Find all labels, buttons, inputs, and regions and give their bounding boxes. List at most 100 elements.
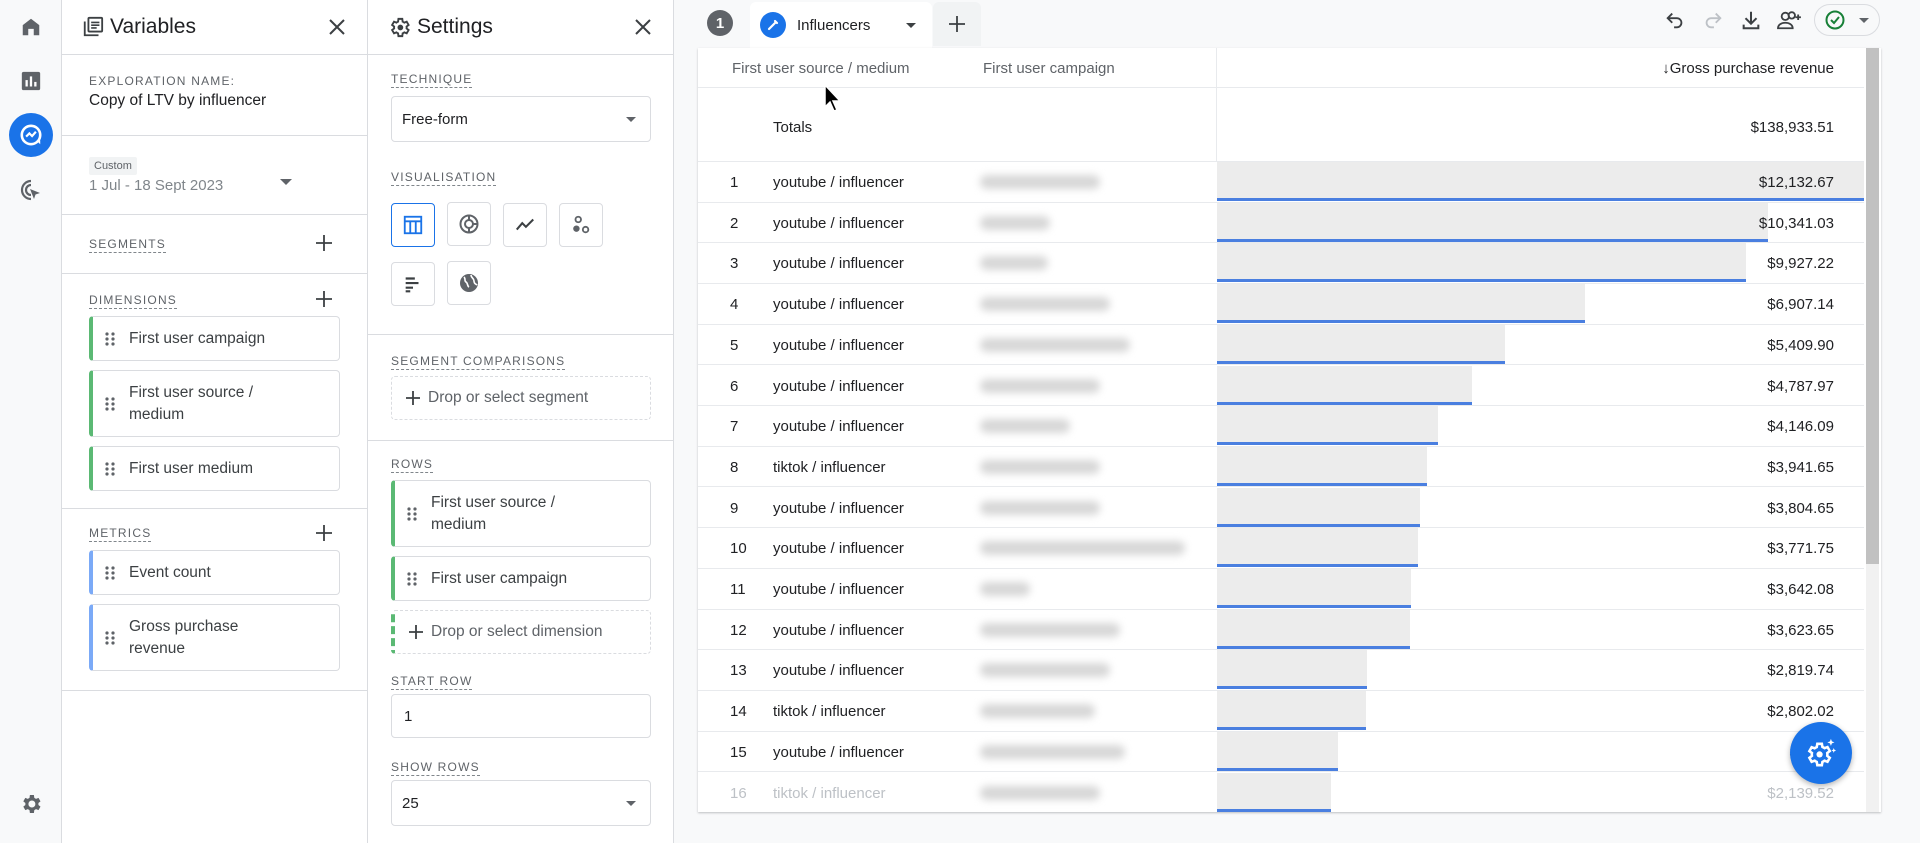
dimensions-section: DIMENSIONS First user campaign First use… xyxy=(62,274,367,509)
add-dimension-icon[interactable] xyxy=(315,290,333,308)
viz-bar-button[interactable] xyxy=(391,262,435,306)
close-icon xyxy=(329,19,345,35)
table-row[interactable]: 14 tiktok / influencer $2,802.02 xyxy=(698,691,1864,732)
table-row[interactable]: 9 youtube / influencer $3,804.65 xyxy=(698,487,1864,529)
dimension-chip[interactable]: First user campaign xyxy=(89,316,340,361)
status-menu-button[interactable] xyxy=(1814,4,1880,36)
redo-button[interactable] xyxy=(1694,4,1732,36)
add-metric-icon[interactable] xyxy=(315,524,333,542)
value-bar-line xyxy=(1217,767,1338,771)
table-row[interactable]: 13 youtube / influencer $2,819.74 xyxy=(698,650,1864,691)
value-bar xyxy=(1217,365,1472,404)
show-rows-select[interactable]: 25 xyxy=(391,780,651,826)
row-source-medium: youtube / influencer xyxy=(773,499,904,517)
scrollbar-thumb[interactable] xyxy=(1866,48,1879,564)
row-campaign-redacted xyxy=(980,622,1120,637)
row-index: 2 xyxy=(730,214,739,232)
table-row[interactable]: 2 youtube / influencer $10,341.03 xyxy=(698,202,1864,244)
table-row[interactable]: 15youtube / influencer$2,2… xyxy=(698,731,1864,773)
download-icon xyxy=(1742,11,1760,30)
technique-select[interactable]: Free-form xyxy=(391,96,651,142)
row-campaign-redacted xyxy=(980,215,1050,230)
table-row[interactable]: 1 youtube / influencer $12,132.67 xyxy=(698,162,1864,203)
advertising-button[interactable] xyxy=(9,168,53,212)
metrics-label: METRICS xyxy=(89,526,152,542)
table-row[interactable]: 12 youtube / influencer $3,623.65 xyxy=(698,609,1864,651)
gear-sparkle-icon xyxy=(1807,738,1837,767)
settings-button[interactable] xyxy=(9,782,53,826)
home-button[interactable] xyxy=(9,5,53,49)
table-row[interactable]: 5 youtube / influencer $5,409.90 xyxy=(698,324,1864,366)
gear-icon xyxy=(390,17,410,37)
row-dimension-chip[interactable]: First user campaign xyxy=(391,556,651,601)
viz-scatter-button[interactable] xyxy=(559,203,603,247)
table-row[interactable]: 10 youtube / influencer $3,771.75 xyxy=(698,528,1864,569)
column-header-source-medium[interactable]: First user source / medium xyxy=(732,60,910,77)
tab-influencers[interactable]: Influencers xyxy=(750,2,932,48)
row-index: 14 xyxy=(730,703,747,721)
technique-value: Free-form xyxy=(402,110,468,128)
row-campaign-redacted xyxy=(980,582,1030,596)
metric-chip[interactable]: Gross purchase revenue xyxy=(89,604,340,671)
dimension-chip[interactable]: First user source / medium xyxy=(89,370,340,437)
insights-fab-button[interactable] xyxy=(1790,722,1852,784)
segment-comparisons-label: SEGMENT COMPARISONS xyxy=(391,354,566,370)
column-header-campaign[interactable]: First user campaign xyxy=(983,60,1115,77)
close-settings-button[interactable] xyxy=(631,15,655,39)
metric-chip[interactable]: Event count xyxy=(89,550,340,595)
viz-geo-button[interactable] xyxy=(447,261,491,305)
totals-value: $138,933.51 xyxy=(1750,119,1834,136)
table-row[interactable]: 16 tiktok / influencer $2,139.52 xyxy=(698,772,1864,813)
redo-icon xyxy=(1705,12,1722,29)
row-revenue: $12,132.67 xyxy=(1758,174,1834,191)
undo-button[interactable] xyxy=(1656,4,1694,36)
table-row[interactable]: 8 tiktok / influencer $3,941.65 xyxy=(698,446,1864,488)
row-source-medium: tiktok / influencer xyxy=(773,784,886,802)
row-campaign-redacted xyxy=(980,704,1095,719)
drag-handle-icon xyxy=(105,331,115,346)
row-source-medium: tiktok / influencer xyxy=(773,703,886,721)
share-button[interactable] xyxy=(1770,4,1808,36)
value-bar xyxy=(1217,324,1505,363)
column-header-gross-purchase-revenue[interactable]: ↓Gross purchase revenue xyxy=(1662,60,1834,77)
close-variables-button[interactable] xyxy=(325,15,349,39)
add-tab-button[interactable] xyxy=(933,2,981,46)
dimension-chip[interactable]: First user medium xyxy=(89,446,340,491)
reports-button[interactable] xyxy=(9,59,53,103)
table-row[interactable]: 11 youtube / influencer $3,642.08 xyxy=(698,569,1864,610)
viz-line-button[interactable] xyxy=(503,203,547,247)
tab-menu-caret-icon[interactable] xyxy=(906,22,916,28)
row-index: 6 xyxy=(730,377,739,395)
segments-section: SEGMENTS xyxy=(62,215,367,274)
donut-chart-icon xyxy=(459,214,479,234)
row-source-medium: youtube / influencer xyxy=(773,296,904,314)
drop-dimension-label: Drop or select dimension xyxy=(431,623,603,640)
table-row[interactable]: 6 youtube / influencer $4,787.97 xyxy=(698,365,1864,406)
date-range-picker[interactable]: Custom 1 Jul - 18 Sept 2023 xyxy=(62,136,367,215)
table-row[interactable]: 7 youtube / influencer $4,146.09 xyxy=(698,406,1864,447)
row-source-medium: youtube / influencer xyxy=(773,743,904,761)
row-campaign-redacted xyxy=(980,785,1100,800)
close-icon xyxy=(635,19,651,35)
drag-handle-icon xyxy=(105,565,115,580)
table-row[interactable]: 4 youtube / influencer $6,907.14 xyxy=(698,284,1864,325)
metric-label: Event count xyxy=(129,563,211,581)
value-bar xyxy=(1217,609,1410,648)
explore-button[interactable] xyxy=(9,113,53,157)
start-row-input[interactable]: 1 xyxy=(391,694,651,738)
drop-dimension-target[interactable]: Drop or select dimension xyxy=(391,610,651,654)
scrollbar[interactable] xyxy=(1866,48,1879,812)
exploration-name-field[interactable]: Copy of LTV by influencer xyxy=(89,92,340,110)
viz-donut-button[interactable] xyxy=(447,202,491,246)
row-index: 11 xyxy=(730,581,746,598)
variables-panel: Variables EXPLORATION NAME: Copy of LTV … xyxy=(62,0,368,843)
table-row[interactable]: 3 youtube / influencer $9,927.22 xyxy=(698,243,1864,284)
drop-segment-target[interactable]: Drop or select segment xyxy=(391,376,651,420)
chevron-down-icon xyxy=(1859,17,1869,23)
download-button[interactable] xyxy=(1732,4,1770,36)
row-dimension-chip[interactable]: First user source / medium xyxy=(391,480,651,547)
add-segment-icon[interactable] xyxy=(315,234,333,252)
value-bar xyxy=(1217,772,1331,811)
home-icon xyxy=(22,18,40,36)
viz-table-button[interactable] xyxy=(391,203,435,247)
